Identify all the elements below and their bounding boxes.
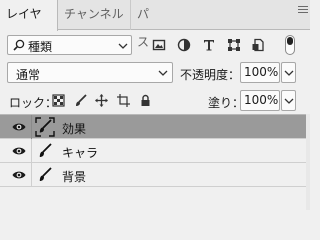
layer-selected-frame-icon — [35, 117, 55, 137]
eye-icon[interactable] — [12, 170, 26, 180]
lock-artboard-icon[interactable] — [117, 94, 130, 107]
layer-name: 効果 — [62, 122, 87, 136]
eye-icon[interactable] — [12, 122, 26, 132]
visibility-divider — [31, 163, 32, 187]
brush-icon — [39, 167, 52, 181]
shape-filter-icon[interactable] — [227, 38, 241, 52]
layer-list-scrollbar[interactable] — [306, 114, 310, 210]
chevron-down-icon — [118, 43, 128, 49]
brush-icon — [39, 143, 52, 157]
layer-row-character[interactable]: キャラ — [0, 139, 306, 163]
tab-channels[interactable]: チャンネル — [58, 0, 131, 30]
tab-layers[interactable]: レイヤー — [0, 0, 58, 49]
visibility-divider — [31, 115, 32, 139]
fill-input[interactable]: 100% — [240, 90, 280, 111]
lock-label: ロック： — [9, 96, 58, 110]
layer-name: キャラ — [62, 146, 99, 160]
layer-list: 効果 キャラ 背景 — [0, 114, 310, 210]
lock-all-icon[interactable] — [139, 94, 152, 107]
filter-kind-label: 種類 — [28, 40, 53, 54]
layer-name: 背景 — [62, 170, 87, 184]
search-icon — [13, 39, 25, 51]
layer-row-background[interactable]: 背景 — [0, 163, 306, 187]
blend-mode-dropdown[interactable]: 通常 — [7, 62, 173, 83]
chevron-down-icon — [158, 70, 168, 76]
panel-menu-icon[interactable] — [298, 6, 308, 16]
lock-position-icon[interactable] — [95, 94, 108, 107]
adjustment-filter-icon[interactable] — [177, 38, 191, 52]
opacity-label: 不透明度： — [180, 68, 241, 82]
visibility-divider — [31, 139, 32, 163]
fill-dropdown-button[interactable] — [281, 90, 296, 111]
type-filter-icon[interactable] — [202, 38, 216, 52]
layer-row-effects[interactable]: 効果 — [0, 115, 306, 139]
layer-filter-dropdown[interactable]: 種類 — [7, 35, 132, 55]
eye-icon[interactable] — [12, 146, 26, 156]
chevron-down-icon — [284, 70, 294, 76]
tab-paths[interactable]: パス — [131, 0, 161, 49]
opacity-input[interactable]: 100% — [240, 62, 280, 83]
chevron-down-icon — [284, 98, 294, 104]
filter-toggle-icon[interactable] — [285, 35, 295, 55]
fill-label: 塗り： — [208, 96, 245, 110]
blend-mode-value: 通常 — [16, 68, 41, 82]
lock-transparent-pixels-icon[interactable] — [52, 94, 65, 107]
lock-image-pixels-icon[interactable] — [74, 94, 87, 107]
image-filter-icon[interactable] — [152, 38, 166, 52]
panel-tab-bar: レイヤー チャンネル パス — [0, 0, 310, 49]
opacity-dropdown-button[interactable] — [281, 62, 296, 83]
smart-object-filter-icon[interactable] — [251, 38, 265, 52]
